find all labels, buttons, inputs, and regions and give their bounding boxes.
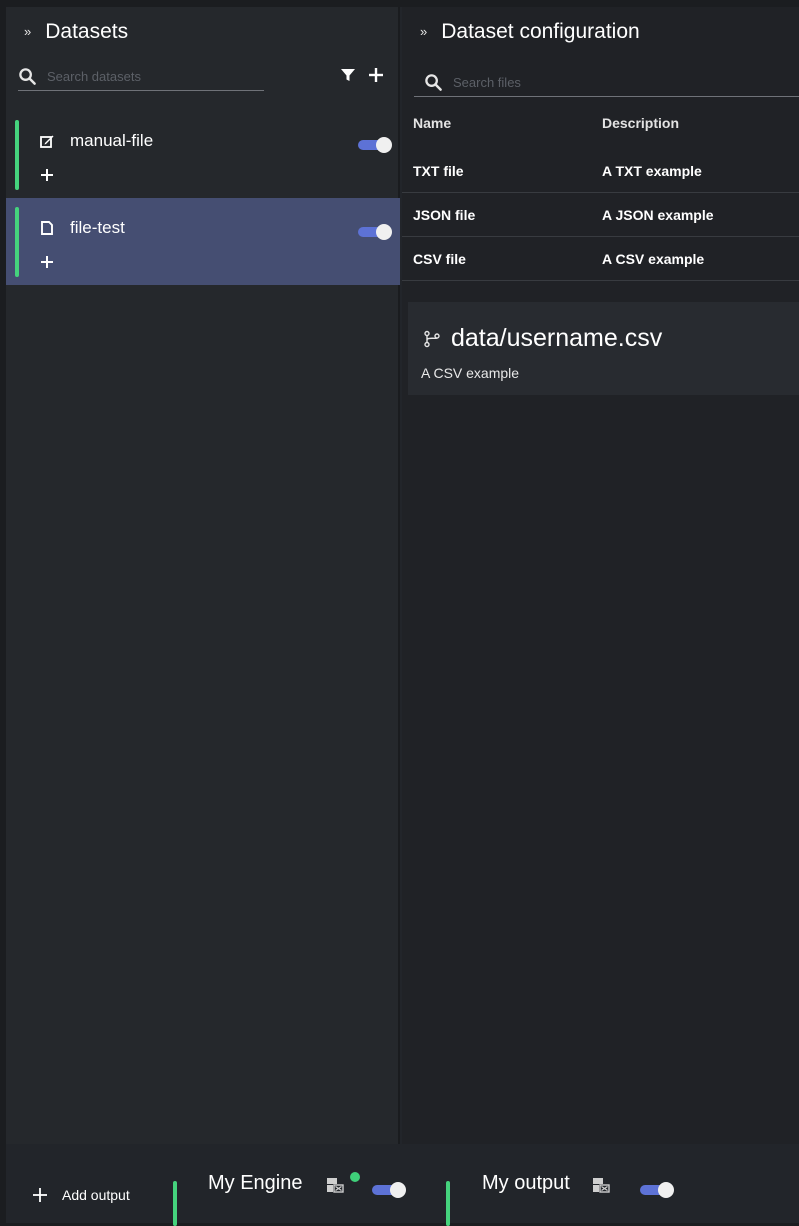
file-name-cell: JSON file (413, 206, 476, 223)
table-row[interactable]: TXT file A TXT example (402, 150, 799, 193)
dataset-name: manual-file (70, 131, 154, 150)
column-header-description[interactable]: Description (592, 115, 799, 131)
dataset-title[interactable]: manual-file (40, 131, 153, 151)
dataset-enable-toggle[interactable] (358, 224, 392, 240)
add-file-icon[interactable] (40, 255, 54, 269)
output-label-my-output[interactable]: My output (482, 1172, 570, 1195)
file-description-cell: A TXT example (602, 163, 702, 179)
output-status-bar (446, 1181, 450, 1226)
add-dataset-icon[interactable] (368, 67, 384, 83)
datasets-title: Datasets (45, 20, 129, 43)
configuration-header[interactable]: » Dataset configuration (402, 7, 799, 57)
filter-icon[interactable] (340, 67, 356, 83)
dataset-configuration-panel: » Dataset configuration Search files Nam… (402, 7, 799, 1144)
dataset-title[interactable]: file-test (40, 218, 125, 238)
file-description-cell: A CSV example (602, 250, 705, 267)
engine-icon (593, 1178, 610, 1193)
file-name-cell: TXT file (413, 163, 464, 179)
dataset-status-bar (15, 120, 19, 190)
branch-icon (424, 330, 440, 347)
add-output-button[interactable]: Add output (32, 1187, 130, 1203)
dataset-name: file-test (70, 218, 125, 237)
files-table: Name Description TXT file A TXT example … (402, 112, 799, 281)
file-path: data/username.csv (451, 324, 663, 352)
search-icon (19, 68, 36, 85)
engine-enable-toggle[interactable] (372, 1182, 406, 1198)
output-enable-toggle[interactable] (640, 1182, 674, 1198)
output-status-bar (173, 1181, 177, 1226)
table-row[interactable]: JSON file A JSON example (402, 193, 799, 237)
file-detail-card: data/username.csv A CSV example (408, 302, 799, 395)
collapse-chevron-icon[interactable]: » (24, 24, 31, 39)
dataset-status-bar (15, 207, 19, 277)
files-search-placeholder: Search files (453, 75, 521, 90)
add-output-label: Add output (62, 1187, 130, 1203)
table-header: Name Description (402, 112, 799, 150)
column-header-name[interactable]: Name (402, 115, 592, 131)
outputs-bar: Add output My Engine My output (6, 1144, 799, 1226)
collapse-chevron-icon[interactable]: » (420, 24, 427, 39)
app-window: » Datasets Search datasets manual-file f… (6, 7, 799, 1226)
file-description-cell: A JSON example (602, 206, 714, 223)
dataset-enable-toggle[interactable] (358, 137, 392, 153)
files-search-input[interactable]: Search files (414, 69, 799, 97)
file-icon (41, 221, 53, 235)
engine-online-indicator (350, 1172, 360, 1182)
edit-icon (40, 135, 54, 148)
datasets-header[interactable]: » Datasets (6, 7, 398, 57)
datasets-search-placeholder: Search datasets (47, 69, 141, 84)
file-name-cell: CSV file (413, 250, 466, 267)
datasets-panel: » Datasets Search datasets manual-file f… (6, 7, 400, 1144)
datasets-search-row: Search datasets (6, 57, 398, 97)
dataset-tools (340, 67, 384, 83)
dataset-item-manual-file[interactable]: manual-file (6, 111, 400, 198)
search-icon (425, 74, 442, 91)
table-row[interactable]: CSV file A CSV example (402, 237, 799, 281)
file-detail-title: data/username.csv (423, 324, 662, 353)
plus-icon (33, 1188, 47, 1202)
file-detail-description: A CSV example (421, 365, 520, 381)
output-label-my-engine[interactable]: My Engine (208, 1172, 303, 1195)
configuration-title: Dataset configuration (441, 20, 640, 43)
dataset-item-file-test[interactable]: file-test (6, 198, 400, 285)
datasets-search-input[interactable]: Search datasets (18, 63, 264, 91)
engine-icon (327, 1178, 344, 1193)
add-file-icon[interactable] (40, 168, 54, 182)
